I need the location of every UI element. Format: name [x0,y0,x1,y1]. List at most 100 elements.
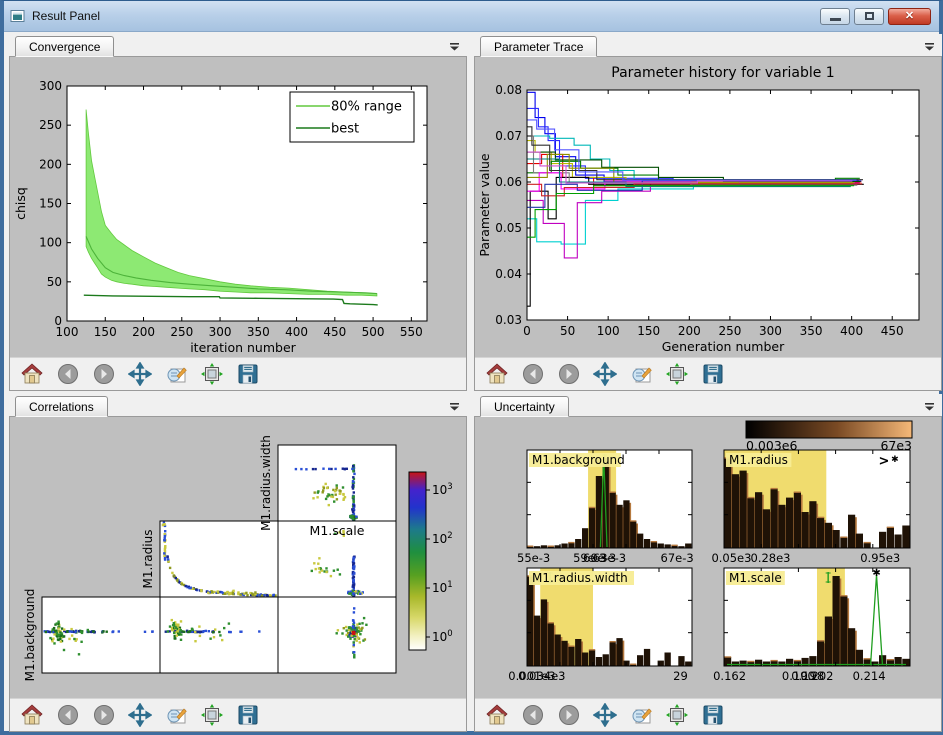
maximize-button[interactable] [854,8,884,25]
uncertainty-plot[interactable]: 0.003e667e3✱M1.background55e-359e-360e-3… [475,417,941,698]
correlations-plot[interactable]: M1.radius.widthM1.radiusM1.backgroundM1.… [10,417,466,698]
home-button[interactable] [485,362,509,386]
forward-button[interactable] [92,703,116,727]
pane-parameter-trace: 0501001502002503003504004500.030.040.050… [474,57,942,391]
svg-text:63e-3: 63e-3 [593,551,626,565]
home-button[interactable] [485,703,509,727]
subplots-icon [200,362,224,386]
subplots-button[interactable] [200,362,224,386]
save-icon [236,703,260,727]
save-button[interactable] [236,703,260,727]
svg-text:200: 200 [39,157,62,171]
convergence-plot[interactable]: 1001502002503003504004505005500501001502… [10,57,466,357]
back-icon [56,362,80,386]
svg-text:M1.background: M1.background [23,589,37,682]
pan-button[interactable] [128,362,152,386]
figure-convergence: 1001502002503003504004505005500501001502… [10,57,466,357]
svg-text:M1.scale: M1.scale [310,523,365,538]
svg-text:M1.scale: M1.scale [729,571,782,585]
svg-text:150: 150 [94,325,117,339]
svg-text:300: 300 [759,324,782,338]
subplots-button[interactable] [200,703,224,727]
dropdown-icon [448,400,461,413]
zoom-icon [629,703,653,727]
back-button[interactable] [56,362,80,386]
forward-button[interactable] [557,703,581,727]
svg-text:550: 550 [400,325,423,339]
svg-text:67e-3: 67e-3 [661,551,694,565]
forward-button[interactable] [557,362,581,386]
panel-parameter-trace: Parameter Trace 050100150200250300350400… [474,34,942,391]
dropdown-icon [923,40,936,53]
tabbar-correlations: Correlations [9,394,467,417]
svg-text:100: 100 [432,629,453,644]
pan-icon [128,703,152,727]
tab-menu-button[interactable] [445,38,463,54]
zoom-button[interactable] [164,703,188,727]
parameter-trace-plot[interactable]: 0501001502002503003504004500.030.040.050… [475,57,941,357]
panel-correlations: Correlations M1.radius.widthM1.radiusM1.… [9,394,467,732]
tab-menu-button[interactable] [445,398,463,414]
back-button[interactable] [521,703,545,727]
save-button[interactable] [236,362,260,386]
panel-convergence: Convergence 1001502002503003504004505005… [9,34,467,391]
dropdown-icon [448,40,461,53]
subplots-button[interactable] [665,362,689,386]
tab-menu-button[interactable] [920,398,938,414]
svg-text:M1.radius: M1.radius [729,453,788,467]
forward-icon [92,362,116,386]
back-icon [56,703,80,727]
svg-text:300: 300 [209,325,232,339]
subplots-button[interactable] [665,703,689,727]
titlebar[interactable]: Result Panel ✕ [4,1,939,32]
subplots-icon [665,703,689,727]
home-button[interactable] [20,703,44,727]
svg-text:50: 50 [47,275,62,289]
svg-text:M1.radius.width: M1.radius.width [532,571,628,585]
close-button[interactable]: ✕ [888,8,931,25]
svg-text:✱: ✱ [872,568,880,579]
tab-convergence[interactable]: Convergence [15,36,114,57]
save-button[interactable] [701,703,725,727]
zoom-icon [164,362,188,386]
tab-uncertainty[interactable]: Uncertainty [480,396,569,417]
save-icon [701,362,725,386]
back-icon [521,703,545,727]
pan-button[interactable] [593,362,617,386]
home-icon [20,362,44,386]
tab-label: Correlations [29,400,94,414]
svg-text:0.07: 0.07 [495,129,522,143]
forward-button[interactable] [92,362,116,386]
svg-text:150: 150 [39,197,62,211]
minimize-button[interactable] [820,8,850,25]
svg-text:iteration number: iteration number [190,340,296,355]
home-button[interactable] [20,362,44,386]
zoom-button[interactable] [164,362,188,386]
tab-correlations[interactable]: Correlations [15,396,108,417]
svg-text:0.214: 0.214 [853,669,886,683]
home-icon [485,362,509,386]
svg-text:102: 102 [432,531,453,546]
svg-text:400: 400 [840,324,863,338]
svg-text:Parameter value: Parameter value [477,153,492,256]
pan-button[interactable] [593,703,617,727]
back-button[interactable] [521,362,545,386]
toolbar-parameter-trace [475,357,941,390]
tab-menu-button[interactable] [920,38,938,54]
tab-parameter-trace[interactable]: Parameter Trace [480,36,597,57]
pan-button[interactable] [128,703,152,727]
svg-text:29: 29 [673,669,688,683]
svg-text:✱: ✱ [891,455,899,465]
svg-text:Parameter history for variable: Parameter history for variable 1 [611,65,834,81]
close-icon: ✕ [905,11,914,22]
svg-text:chisq: chisq [13,187,28,220]
svg-text:0.05e3: 0.05e3 [711,551,751,565]
forward-icon [557,703,581,727]
zoom-button[interactable] [629,362,653,386]
zoom-button[interactable] [629,703,653,727]
figure-uncertainty: 0.003e667e3✱M1.background55e-359e-360e-3… [475,417,941,698]
svg-text:0.95e3: 0.95e3 [860,551,900,565]
save-button[interactable] [701,362,725,386]
back-button[interactable] [56,703,80,727]
pane-correlations: M1.radius.widthM1.radiusM1.backgroundM1.… [9,417,467,732]
